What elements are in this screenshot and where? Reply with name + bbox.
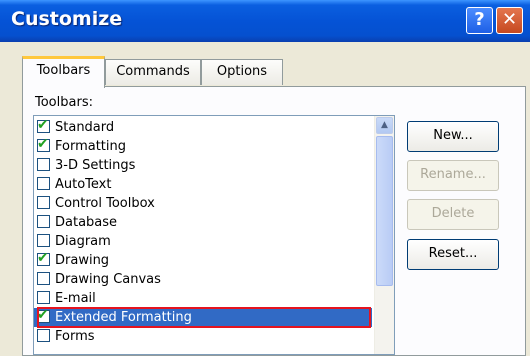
new-button[interactable]: New... <box>407 121 499 152</box>
toolbar-checkbox[interactable] <box>37 329 50 342</box>
list-item-label: Forms <box>55 329 95 344</box>
rename-button-label: Rename... <box>420 167 486 182</box>
toolbar-checkbox[interactable]: ✔ <box>37 250 50 266</box>
toolbars-listbox[interactable]: ✔ Standard ✔ Formatting 3-D Settings AutoText… <box>33 115 395 355</box>
toolbar-checkbox[interactable]: ✔ <box>37 117 50 133</box>
list-item[interactable]: ✔ Standard <box>34 117 372 137</box>
list-item-label: Formatting <box>55 139 127 154</box>
list-item[interactable]: 3-D Settings <box>34 156 372 175</box>
delete-button[interactable]: Delete <box>407 199 499 230</box>
title-bar[interactable]: Customize ? ✕ <box>0 0 530 42</box>
list-item[interactable]: ✔ Drawing <box>34 250 372 270</box>
help-button[interactable]: ? <box>466 7 493 34</box>
list-item[interactable]: Database <box>34 213 372 232</box>
list-item[interactable]: Control Toolbox <box>34 194 372 213</box>
toolbars-list-label: Toolbars: <box>35 95 93 110</box>
reset-button-label: Reset... <box>428 246 478 261</box>
vertical-scrollbar[interactable]: ▲ <box>374 116 394 354</box>
list-item[interactable]: Forms <box>34 327 372 346</box>
list-item[interactable]: AutoText <box>34 175 372 194</box>
list-item-label: Control Toolbox <box>55 196 155 211</box>
tab-toolbars[interactable]: Toolbars <box>22 56 105 88</box>
toolbars-panel: Toolbars: ✔ Standard ✔ Formatting 3-D Settin… <box>22 86 526 356</box>
tab-commands[interactable]: Commands <box>105 59 201 85</box>
toolbar-checkbox[interactable] <box>37 158 50 171</box>
checkmark-icon: ✔ <box>37 117 49 133</box>
toolbar-checkbox[interactable] <box>37 177 50 190</box>
toolbar-checkbox[interactable] <box>37 272 50 285</box>
list-item-label: Database <box>55 215 118 230</box>
checkmark-icon: ✔ <box>37 250 49 266</box>
list-item-label: Drawing Canvas <box>55 272 161 287</box>
new-button-label: New... <box>433 128 473 143</box>
scroll-thumb[interactable] <box>376 136 393 286</box>
rename-button[interactable]: Rename... <box>407 160 499 191</box>
list-item[interactable]: Drawing Canvas <box>34 270 372 289</box>
list-item-label: 3-D Settings <box>55 158 136 173</box>
list-item-label: Diagram <box>55 234 111 249</box>
list-item-label: Drawing <box>55 253 110 268</box>
tab-label: Commands <box>116 64 190 79</box>
list-item[interactable]: Diagram <box>34 232 372 251</box>
list-item-label: AutoText <box>55 177 112 192</box>
list-item-label: Standard <box>55 120 115 135</box>
toolbar-checkbox[interactable] <box>37 234 50 247</box>
toolbar-checkbox[interactable]: ✔ <box>37 136 50 152</box>
list-item-label: E-mail <box>55 291 96 306</box>
scroll-up-icon: ▲ <box>381 120 388 130</box>
window-title: Customize <box>11 8 123 30</box>
scroll-up-button[interactable]: ▲ <box>376 117 393 134</box>
reset-button[interactable]: Reset... <box>407 239 499 270</box>
toolbar-checkbox[interactable] <box>37 291 50 304</box>
help-icon: ? <box>474 9 485 30</box>
close-icon: ✕ <box>501 9 518 30</box>
tab-label: Options <box>216 64 268 79</box>
toolbar-checkbox[interactable] <box>37 215 50 228</box>
checkmark-icon: ✔ <box>37 136 49 152</box>
selection-highlight-outline <box>37 307 371 328</box>
toolbar-checkbox[interactable] <box>37 196 50 209</box>
tab-label: Toolbars <box>36 63 91 78</box>
tab-options[interactable]: Options <box>201 59 283 85</box>
list-item[interactable]: E-mail <box>34 289 372 308</box>
delete-button-label: Delete <box>431 206 475 221</box>
list-item[interactable]: ✔ Formatting <box>34 136 372 156</box>
close-button[interactable]: ✕ <box>496 7 523 34</box>
